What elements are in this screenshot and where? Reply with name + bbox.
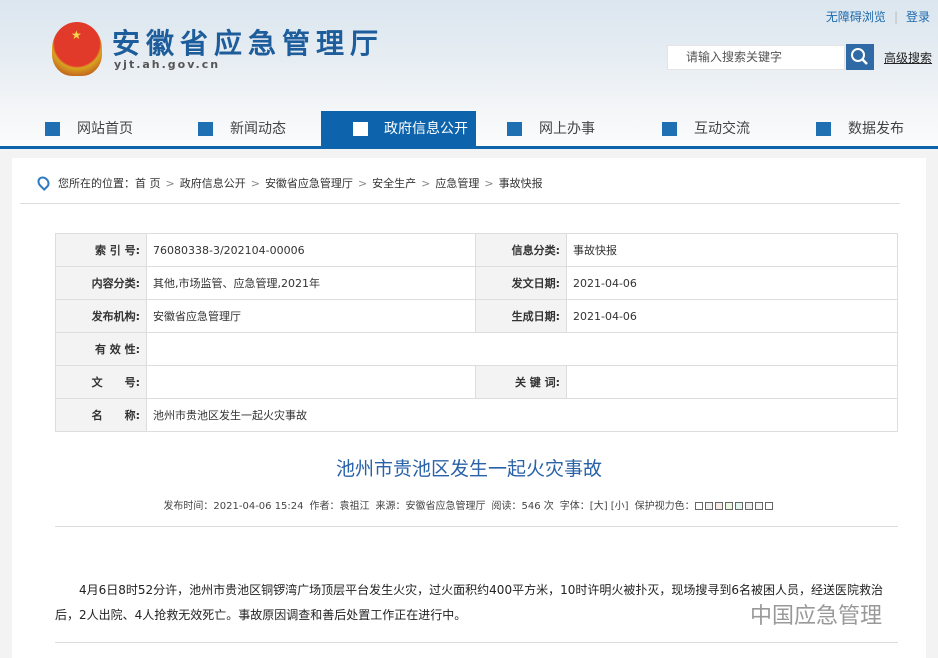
eye-color-swatch[interactable] [734, 502, 743, 510]
chat-icon [662, 122, 677, 136]
search-input[interactable]: 请输入搜索关键字 [667, 45, 845, 70]
nav-home[interactable]: 网站首页 [45, 111, 200, 147]
national-emblem-logo: ★ [52, 22, 102, 76]
breadcrumb-home[interactable]: 首 页 [135, 177, 161, 190]
eye-color-swatch[interactable] [724, 502, 733, 510]
eye-color-swatch[interactable] [694, 502, 703, 510]
nav-gov-info[interactable]: 政府信息公开 [321, 111, 476, 147]
eye-color-swatch[interactable] [714, 502, 723, 510]
table-row: 有 效 性: [55, 332, 898, 366]
monitor-icon [507, 122, 522, 136]
breadcrumb-emergency[interactable]: 应急管理 [435, 177, 479, 190]
search-button[interactable] [846, 44, 874, 70]
nav-online-service[interactable]: 网上办事 [507, 111, 662, 147]
advanced-search-link[interactable]: 高级搜索 [884, 49, 932, 66]
nav-underline [0, 146, 938, 149]
breadcrumb-dept[interactable]: 安徽省应急管理厅 [265, 177, 353, 190]
news-icon [198, 122, 213, 136]
wechat-watermark: 中国应急管理 [750, 604, 883, 629]
document-icon [353, 122, 368, 136]
article-meta: 发布时间：2021-04-06 15:24 作者：袁祖江 来源：安徽省应急管理厅 阅读… [12, 497, 926, 512]
eye-color-swatch[interactable] [704, 502, 713, 510]
chart-icon [816, 122, 831, 136]
location-pin-icon [35, 174, 52, 191]
table-row: 名 称: 池州市贵池区发生一起火灾事故 [55, 398, 898, 432]
eye-color-swatch[interactable] [754, 502, 763, 510]
font-size-toggle[interactable]: 字体：[大] [小] [560, 501, 629, 512]
divider: | [893, 10, 898, 24]
eye-color-swatch[interactable] [764, 502, 773, 510]
home-icon [45, 122, 60, 136]
table-row: 文 号: 关 键 词: [55, 365, 898, 399]
breadcrumb-gov-info[interactable]: 政府信息公开 [180, 177, 246, 190]
breadcrumb-accident[interactable]: 事故快报 [499, 177, 543, 190]
login-link[interactable]: 登录 [906, 10, 930, 24]
search-icon [851, 48, 868, 65]
table-row: 内容分类: 其他,市场监管、应急管理,2021年 发文日期: 2021-04-06 [55, 266, 898, 300]
divider [55, 526, 898, 527]
nav-interaction[interactable]: 互动交流 [662, 111, 817, 147]
article-title: 池州市贵池区发生一起火灾事故 [335, 458, 602, 480]
info-table: 索 引 号: 76080338-3/202104-00006 信息分类: 事故快报 内… [55, 233, 898, 432]
table-row: 发布机构: 安徽省应急管理厅 生成日期: 2021-04-06 [55, 299, 898, 333]
accessibility-link[interactable]: 无障碍浏览 [826, 10, 886, 24]
breadcrumb: 您所在的位置：首 页 > 政府信息公开 > 安徽省应急管理厅 > 安全生产 > 应急管理 > 事故快… [35, 174, 543, 191]
site-title: 安徽省应急管理厅 [112, 27, 385, 60]
site-url: yjt.ah.gov.cn [114, 58, 221, 71]
site-header: ★ 安徽省应急管理厅 yjt.ah.gov.cn 无障碍浏览 | 登录 请输入搜索关… [0, 0, 938, 149]
breadcrumb-safety[interactable]: 安全生产 [372, 177, 416, 190]
content-panel: 您所在的位置：首 页 > 政府信息公开 > 安徽省应急管理厅 > 安全生产 > 应急管理 > 事故快… [12, 158, 926, 658]
eye-color-swatch[interactable] [744, 502, 753, 510]
table-row: 索 引 号: 76080338-3/202104-00006 信息分类: 事故快报 [55, 233, 898, 267]
divider [20, 203, 900, 204]
divider [55, 642, 898, 643]
nav-data[interactable]: 数据发布 [816, 111, 938, 147]
